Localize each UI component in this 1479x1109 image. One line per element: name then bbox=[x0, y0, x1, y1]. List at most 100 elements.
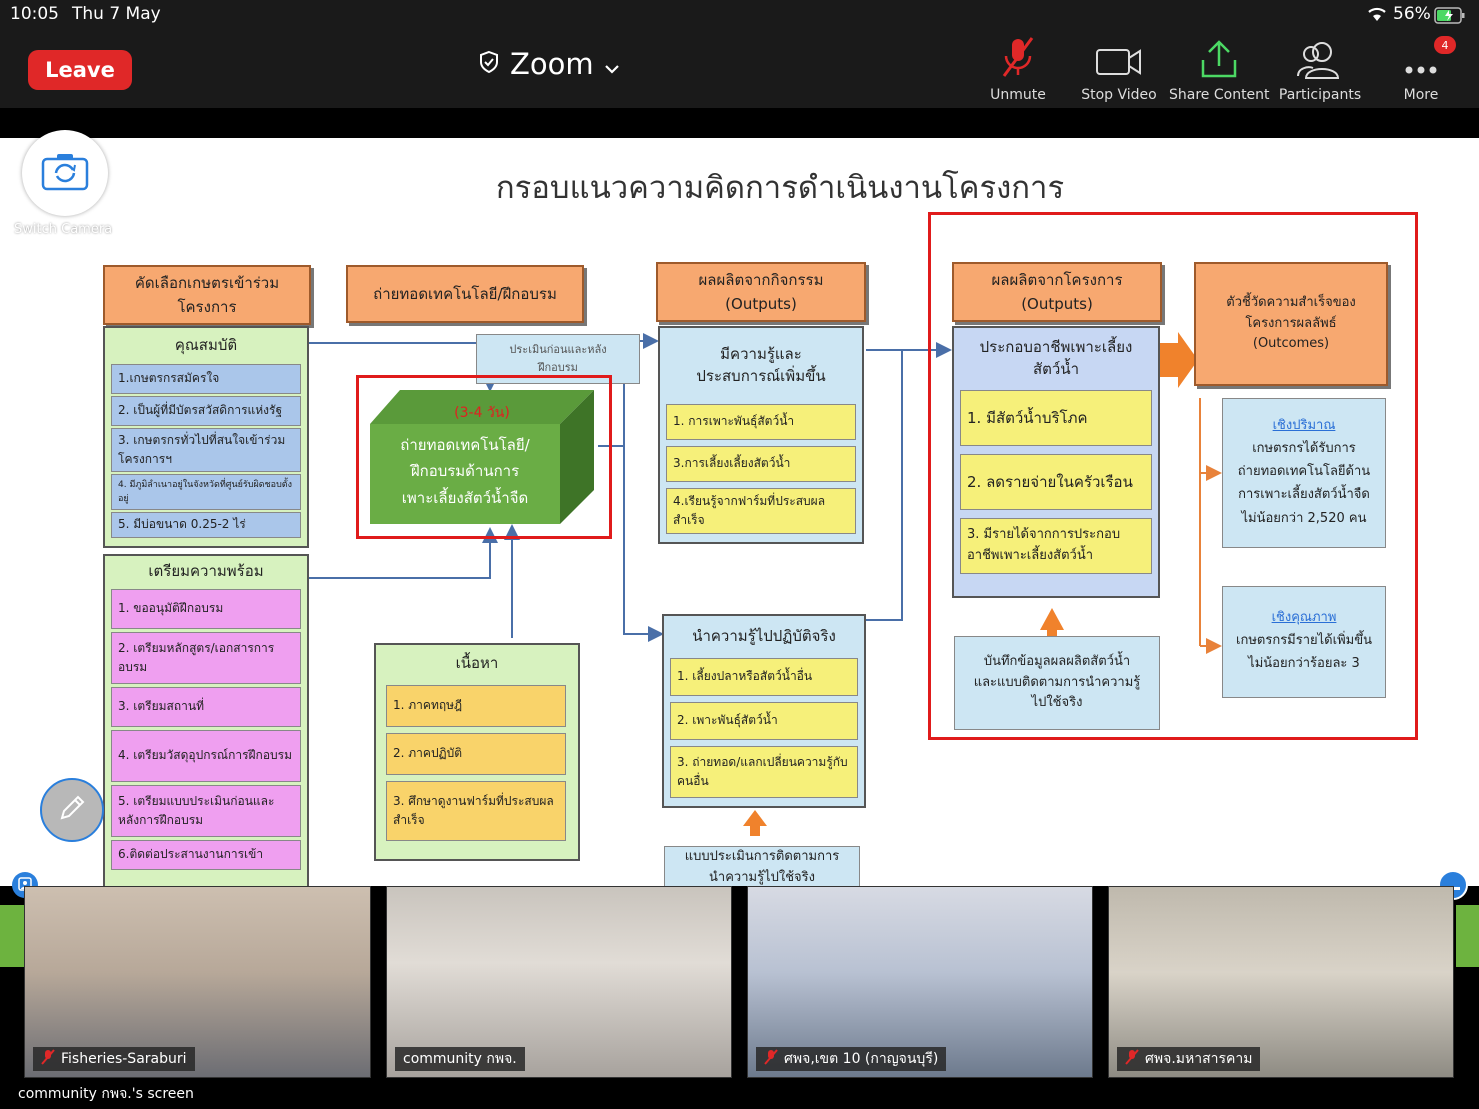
list-item: 5. เตรียมแบบประเมินก่อนและหลังการฝึกอบรม bbox=[111, 785, 301, 837]
participant-tile-4[interactable]: ศพจ.มหาสารคาม bbox=[1108, 886, 1454, 1078]
mic-muted-icon bbox=[41, 1049, 55, 1069]
list-item: 1. ภาคทฤษฎี bbox=[386, 685, 566, 727]
annotate-button[interactable] bbox=[40, 778, 104, 842]
knowledge-title: มีความรู้และ ประสบการณ์เพิ่มขึ้น bbox=[696, 344, 826, 386]
participants-icon bbox=[1270, 36, 1370, 80]
list-item: 2. เป็นผู้ที่มีบัตรสวัสดิการแห่งรัฐ bbox=[111, 396, 301, 426]
participant-name: Fisheries-Saraburi bbox=[61, 1051, 187, 1067]
participant-tile-2[interactable]: community กพจ. bbox=[386, 886, 732, 1078]
more-dots-icon bbox=[1371, 36, 1471, 80]
meeting-title: Zoom bbox=[510, 47, 594, 81]
apply-title: นำความรู้ไปปฏิบัติจริง bbox=[692, 626, 836, 645]
col5-header: ตัวชี้วัดความสำเร็จของ โครงการผลลัพธ์ (O… bbox=[1194, 262, 1388, 386]
knowledge-group: มีความรู้และ ประสบการณ์เพิ่มขึ้น 1. การเ… bbox=[658, 326, 864, 544]
participant-namebar: Fisheries-Saraburi bbox=[33, 1047, 195, 1071]
status-time: 10:05 bbox=[10, 4, 59, 24]
shield-icon bbox=[478, 47, 500, 81]
notification-badge: 4 bbox=[1434, 36, 1456, 54]
list-item: 2. เพาะพันธุ์สัตว์น้ำ bbox=[670, 702, 858, 740]
participant-tile-1[interactable]: Fisheries-Saraburi bbox=[24, 886, 371, 1078]
meeting-title-dropdown[interactable]: Zoom bbox=[478, 44, 620, 84]
list-item: 6.ติดต่อประสานงานการเข้า bbox=[111, 840, 301, 870]
qualifications-title: คุณสมบัติ bbox=[174, 335, 238, 354]
mic-muted-icon bbox=[764, 1049, 778, 1069]
list-item: 1. ขออนุมัติฝึกอบรม bbox=[111, 589, 301, 629]
list-item: 4. เตรียมวัสดุอุปกรณ์การฝึกอบรม bbox=[111, 730, 301, 782]
list-item: 3. ถ่ายทอด/แลกเปลี่ยนความรู้กับคนอื่น bbox=[670, 746, 858, 798]
pencil-icon bbox=[56, 792, 88, 828]
preparation-group: เตรียมความพร้อม 1. ขออนุมัติฝึกอบรม 2. เ… bbox=[103, 554, 309, 886]
list-item: 3. ศึกษาดูงานฟาร์มที่ประสบผลสำเร็จ bbox=[386, 781, 566, 841]
list-item: 2. ลดรายจ่ายในครัวเรือน bbox=[960, 454, 1152, 510]
list-item: 3. เตรียมสถานที่ bbox=[111, 687, 301, 727]
training-box: (3-4 วัน) ถ่ายทอดเทคโนโลยี/ ฝึกอบรมด้านก… bbox=[370, 390, 594, 524]
list-item: 1. มีสัตว์น้ำบริโภค bbox=[960, 390, 1152, 446]
unmute-button[interactable]: Unmute bbox=[968, 36, 1068, 103]
list-item: 1. การเพาะพันธุ์สัตว์น้ำ bbox=[666, 404, 856, 440]
participant-namebar: ศพจ,เขต 10 (กาญจนบุรี) bbox=[756, 1047, 947, 1071]
col3-header: ผลผลิตจากกิจกรรม (Outputs) bbox=[656, 262, 866, 322]
switch-camera-label: Switch Camera bbox=[14, 222, 113, 237]
preparation-title: เตรียมความพร้อม bbox=[148, 561, 264, 580]
list-item: 4. มีภูมิลำเนาอยู่ในจังหวัดที่ศูนย์รับผิ… bbox=[111, 474, 301, 510]
participant-namebar: community กพจ. bbox=[395, 1047, 525, 1071]
green-edge-right bbox=[1456, 905, 1479, 967]
content-group: เนื้อหา 1. ภาคทฤษฎี 2. ภาคปฏิบัติ 3. ศึก… bbox=[374, 643, 580, 861]
col4-header: ผลผลิตจากโครงการ (Outputs) bbox=[952, 262, 1162, 322]
wifi-icon bbox=[1366, 6, 1388, 26]
participant-name: community กพจ. bbox=[403, 1051, 517, 1067]
chevron-down-icon bbox=[604, 47, 620, 81]
content-title: เนื้อหา bbox=[455, 653, 499, 672]
quality-box: เชิงคุณภาพ เกษตรกรมีรายได้เพิ่มขึ้น ไม่น… bbox=[1222, 586, 1386, 698]
battery-icon bbox=[1434, 7, 1466, 28]
shared-slide: กรอบแนวความคิดการดำเนินงานโครงการ คัดเลื… bbox=[0, 138, 1479, 886]
leave-button[interactable]: Leave bbox=[28, 50, 132, 90]
quantity-box: เชิงปริมาณ เกษตรกรได้รับการ ถ่ายทอดเทคโน… bbox=[1222, 398, 1386, 548]
qualifications-group: คุณสมบัติ 1.เกษตรกรสมัครใจ 2. เป็นผู้ที่… bbox=[103, 326, 309, 548]
career-group: ประกอบอาชีพเพาะเลี้ยง สัตว์น้ำ 1. มีสัตว… bbox=[952, 326, 1160, 598]
quality-title: เชิงคุณภาพ bbox=[1271, 610, 1337, 626]
quantity-text: เกษตรกรได้รับการ ถ่ายทอดเทคโนโลยีด้าน กา… bbox=[1237, 440, 1371, 526]
participant-name: ศพจ,เขต 10 (กาญจนบุรี) bbox=[784, 1051, 939, 1067]
col1-header: คัดเลือกเกษตรเข้าร่วม โครงการ bbox=[103, 265, 311, 325]
list-item: 2. เตรียมหลักสูตร/เอกสารการอบรม bbox=[111, 632, 301, 684]
list-item: 5. มีบ่อขนาด 0.25-2 ไร่ bbox=[111, 512, 301, 538]
share-upload-icon bbox=[1169, 36, 1269, 80]
col2-header: ถ่ายทอดเทคโนโลยี/ฝึกอบรม bbox=[346, 265, 584, 323]
quantity-title: เชิงปริมาณ bbox=[1272, 417, 1336, 433]
career-title: ประกอบอาชีพเพาะเลี้ยง สัตว์น้ำ bbox=[979, 337, 1133, 379]
list-item: 1. เลี้ยงปลาหรือสัตว์น้ำอื่น bbox=[670, 658, 858, 696]
participants-label: Participants bbox=[1278, 87, 1362, 103]
video-camera-icon bbox=[1069, 36, 1169, 80]
list-item: 2. ภาคปฏิบัติ bbox=[386, 733, 566, 775]
unmute-label: Unmute bbox=[990, 87, 1046, 103]
participant-name: ศพจ.มหาสารคาม bbox=[1145, 1051, 1253, 1067]
mic-muted-icon bbox=[1125, 1049, 1139, 1069]
battery-percent: 56% bbox=[1393, 4, 1431, 24]
stop-video-button[interactable]: Stop Video bbox=[1069, 36, 1169, 103]
participants-button[interactable]: Participants bbox=[1270, 36, 1370, 103]
apply-group: นำความรู้ไปปฏิบัติจริง 1. เลี้ยงปลาหรือส… bbox=[662, 614, 866, 808]
list-item: 1.เกษตรกรสมัครใจ bbox=[111, 364, 301, 394]
participant-namebar: ศพจ.มหาสารคาม bbox=[1117, 1047, 1261, 1071]
quality-text: เกษตรกรมีรายได้เพิ่มขึ้น ไม่น้อยกว่าร้อย… bbox=[1236, 633, 1372, 672]
mic-muted-icon bbox=[968, 36, 1068, 80]
more-button[interactable]: More bbox=[1371, 36, 1471, 103]
more-label: More bbox=[1403, 87, 1439, 103]
record-box: บันทึกข้อมูลผลผลิตสัตว์น้ำ และแบบติดตามก… bbox=[954, 636, 1160, 730]
list-item: 3. เกษตรกรทั่วไปที่สนใจเข้าร่วมโครงการฯ bbox=[111, 428, 301, 472]
participant-tile-3[interactable]: ศพจ,เขต 10 (กาญจนบุรี) bbox=[747, 886, 1093, 1078]
training-text: ถ่ายทอดเทคโนโลยี/ ฝึกอบรมด้านการ เพาะเลี… bbox=[400, 436, 530, 507]
share-content-label: Share Content bbox=[1169, 87, 1270, 103]
training-duration: (3-4 วัน) bbox=[454, 405, 510, 421]
eval-followup: แบบประเมินการติดตามการ นำความรู้ไปใช้จริ… bbox=[664, 846, 860, 886]
status-date: Thu 7 May bbox=[72, 4, 161, 24]
list-item: 4.เรียนรู้จากฟาร์มที่ประสบผลสำเร็จ bbox=[666, 488, 856, 534]
green-edge-left bbox=[0, 905, 24, 967]
list-item: 3.การเลี้ยงเลี้ยงสัตว์น้ำ bbox=[666, 446, 856, 482]
list-item: 3. มีรายได้จากการประกอบอาชีพเพาะเลี้ยงสั… bbox=[960, 518, 1152, 574]
switch-camera-button[interactable] bbox=[22, 130, 108, 216]
stop-video-label: Stop Video bbox=[1081, 87, 1157, 103]
share-content-button[interactable]: Share Content bbox=[1169, 36, 1270, 103]
share-screen-label: community กพจ.'s screen bbox=[18, 1086, 194, 1102]
